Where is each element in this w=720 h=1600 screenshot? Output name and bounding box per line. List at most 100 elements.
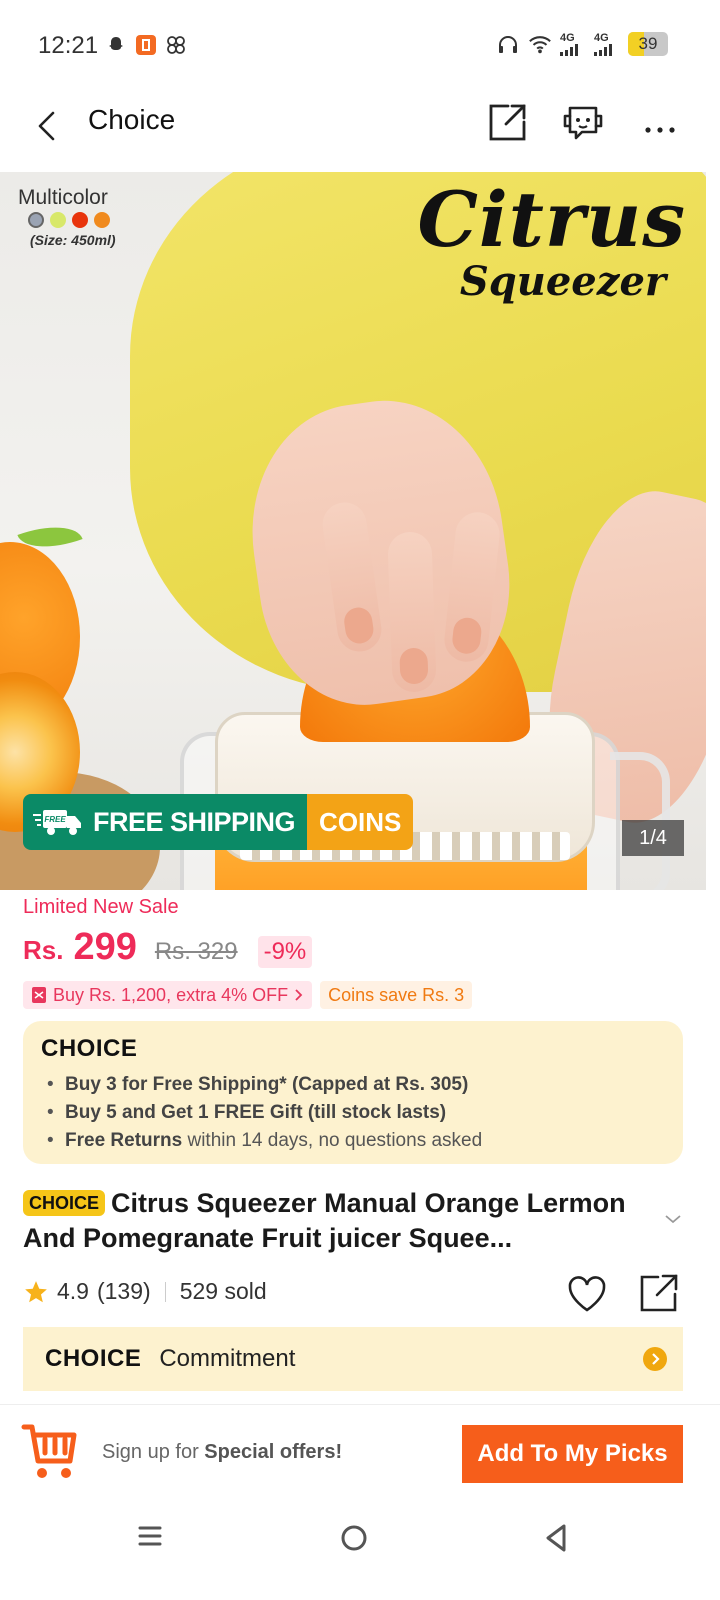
image-finger (387, 531, 437, 693)
status-bar: 12:21 4G 4G 39 (0, 0, 720, 90)
chevron-left-icon (38, 111, 55, 141)
wishlist-button[interactable] (566, 1274, 608, 1314)
brand-title-line2: Squeezer (459, 258, 666, 305)
coins-label: COINS (307, 794, 414, 850)
chevron-down-icon (665, 1215, 681, 1224)
share-icon (489, 104, 526, 141)
promo-row: Buy Rs. 1,200, extra 4% OFF Coins save R… (23, 981, 473, 1009)
chevron-right-icon (295, 989, 303, 1001)
original-price: Rs. 329 (154, 938, 238, 965)
color-swatch (50, 212, 66, 228)
price-currency: Rs. (23, 935, 64, 965)
commitment-label: Commitment (159, 1345, 296, 1372)
page-title: Choice (88, 104, 176, 135)
free-shipping-section: FREE FREE SHIPPING (23, 794, 308, 850)
product-title-text: Citrus Squeezer Manual Orange Lermon And… (23, 1188, 626, 1253)
rating-row[interactable]: 4.9 (139) 529 sold (23, 1278, 267, 1305)
image-page-counter: 1/4 (622, 820, 684, 856)
coins-promo: Coins save Rs. 3 (320, 981, 473, 1009)
choice-commitment-bar[interactable]: CHOICE Commitment (23, 1327, 683, 1391)
cart-icon (21, 1424, 77, 1478)
pinwheel-icon (164, 33, 188, 57)
variant-info: Multicolor (Size: 450ml) (18, 186, 116, 248)
sold-count: 529 sold (179, 1278, 267, 1304)
share-icon (640, 1274, 678, 1312)
bottom-action-bar: Sign up for Special offers! Add To My Pi… (0, 1404, 720, 1504)
system-back-button[interactable] (536, 1518, 576, 1558)
color-swatches (28, 212, 116, 228)
benefit-rest: within 14 days, no questions asked (182, 1130, 483, 1151)
product-image-carousel[interactable]: Multicolor (Size: 450ml) Citrus Squeezer… (0, 172, 706, 890)
current-price: 299 (73, 926, 137, 968)
delivery-truck-icon: FREE (33, 810, 81, 835)
product-title[interactable]: CHOICE Citrus Squeezer Manual Orange Lerm… (23, 1186, 663, 1256)
signal-icon-1: 4G (560, 32, 586, 56)
notification-icons (104, 33, 188, 57)
image-brand-title: Citrus Squeezer (417, 178, 686, 302)
app-header: Choice (0, 90, 720, 172)
coupon-icon (32, 987, 46, 1003)
share-button[interactable] (486, 100, 530, 144)
bundle-promo[interactable]: Buy Rs. 1,200, extra 4% OFF (23, 981, 313, 1009)
variant-title: Multicolor (18, 186, 108, 209)
back-button[interactable] (30, 108, 66, 144)
benefit-bold: Free Returns (65, 1130, 183, 1151)
home-button[interactable] (334, 1518, 374, 1558)
choice-benefits-box[interactable]: CHOICE Buy 3 for Free Shipping* (Capped … (23, 1021, 683, 1164)
home-circle-icon (341, 1525, 367, 1551)
rating-count: (139) (96, 1278, 151, 1304)
system-nav-bar (0, 1504, 720, 1600)
choice-benefits-list: Buy 3 for Free Shipping* (Capped at Rs. … (41, 1071, 683, 1155)
snapchat-icon (104, 33, 128, 57)
recents-button[interactable] (132, 1518, 172, 1558)
color-swatch (94, 212, 110, 228)
add-to-picks-button[interactable]: Add To My Picks (462, 1425, 683, 1483)
rating-score: 4.9 (57, 1278, 89, 1304)
color-swatch (28, 212, 44, 228)
headphones-icon (496, 32, 520, 56)
commitment-choice-logo: CHOICE (45, 1345, 142, 1372)
signup-prompt[interactable]: Sign up for Special offers! (102, 1441, 342, 1464)
price-row: Rs. 299 Rs. 329 -9% (23, 926, 313, 969)
bundle-promo-text: Buy Rs. 1,200, extra 4% OFF (53, 984, 289, 1005)
benefit-item: Buy 5 and Get 1 FREE Gift (till stock la… (41, 1099, 683, 1127)
cart-button[interactable] (20, 1421, 80, 1483)
free-shipping-label: FREE SHIPPING (93, 806, 296, 837)
choice-badge: CHOICE (23, 1190, 106, 1216)
battery-indicator: 39 (628, 32, 668, 56)
battery-level: 39 (638, 34, 658, 53)
more-options-button[interactable] (640, 100, 684, 144)
free-badge-text: FREE (44, 815, 66, 824)
choice-logo: CHOICE (41, 1035, 138, 1062)
benefit-item: Free Returns within 14 days, no question… (41, 1127, 683, 1155)
benefit-item: Buy 3 for Free Shipping* (Capped at Rs. … (41, 1071, 683, 1099)
menu-icon (138, 1526, 162, 1546)
sale-label: Limited New Sale (23, 896, 179, 918)
app-notification-icon (134, 33, 158, 57)
triangle-back-icon (546, 1524, 566, 1552)
rating-divider (164, 1281, 166, 1302)
chevron-right-circle-icon (643, 1347, 667, 1371)
more-icon (645, 127, 675, 133)
benefit-bold: Buy 5 and Get 1 FREE Gift (till stock la… (65, 1102, 447, 1123)
heart-icon (568, 1276, 606, 1312)
discount-badge: -9% (257, 936, 313, 968)
signal-icon-2: 4G (594, 32, 620, 56)
chatbot-icon (563, 106, 603, 140)
expand-title-button[interactable] (662, 1208, 684, 1230)
network-type-2: 4G (594, 32, 609, 44)
size-note: (Size: 450ml) (30, 232, 116, 248)
free-shipping-banner: FREE FREE SHIPPING COINS (23, 794, 414, 850)
status-right: 4G 4G 39 (496, 32, 668, 56)
color-swatch (72, 212, 88, 228)
status-time: 12:21 (38, 32, 99, 59)
signup-offer: Special offers! (204, 1441, 343, 1463)
benefit-bold: Buy 3 for Free Shipping* (Capped at Rs. … (65, 1074, 469, 1095)
customer-service-button[interactable] (560, 100, 604, 144)
share-product-button[interactable] (638, 1272, 680, 1314)
wifi-icon (528, 32, 552, 56)
signup-prefix: Sign up for (102, 1441, 205, 1463)
brand-title-line1: Citrus (417, 175, 686, 264)
star-icon (25, 1280, 47, 1302)
network-type-1: 4G (560, 32, 575, 44)
